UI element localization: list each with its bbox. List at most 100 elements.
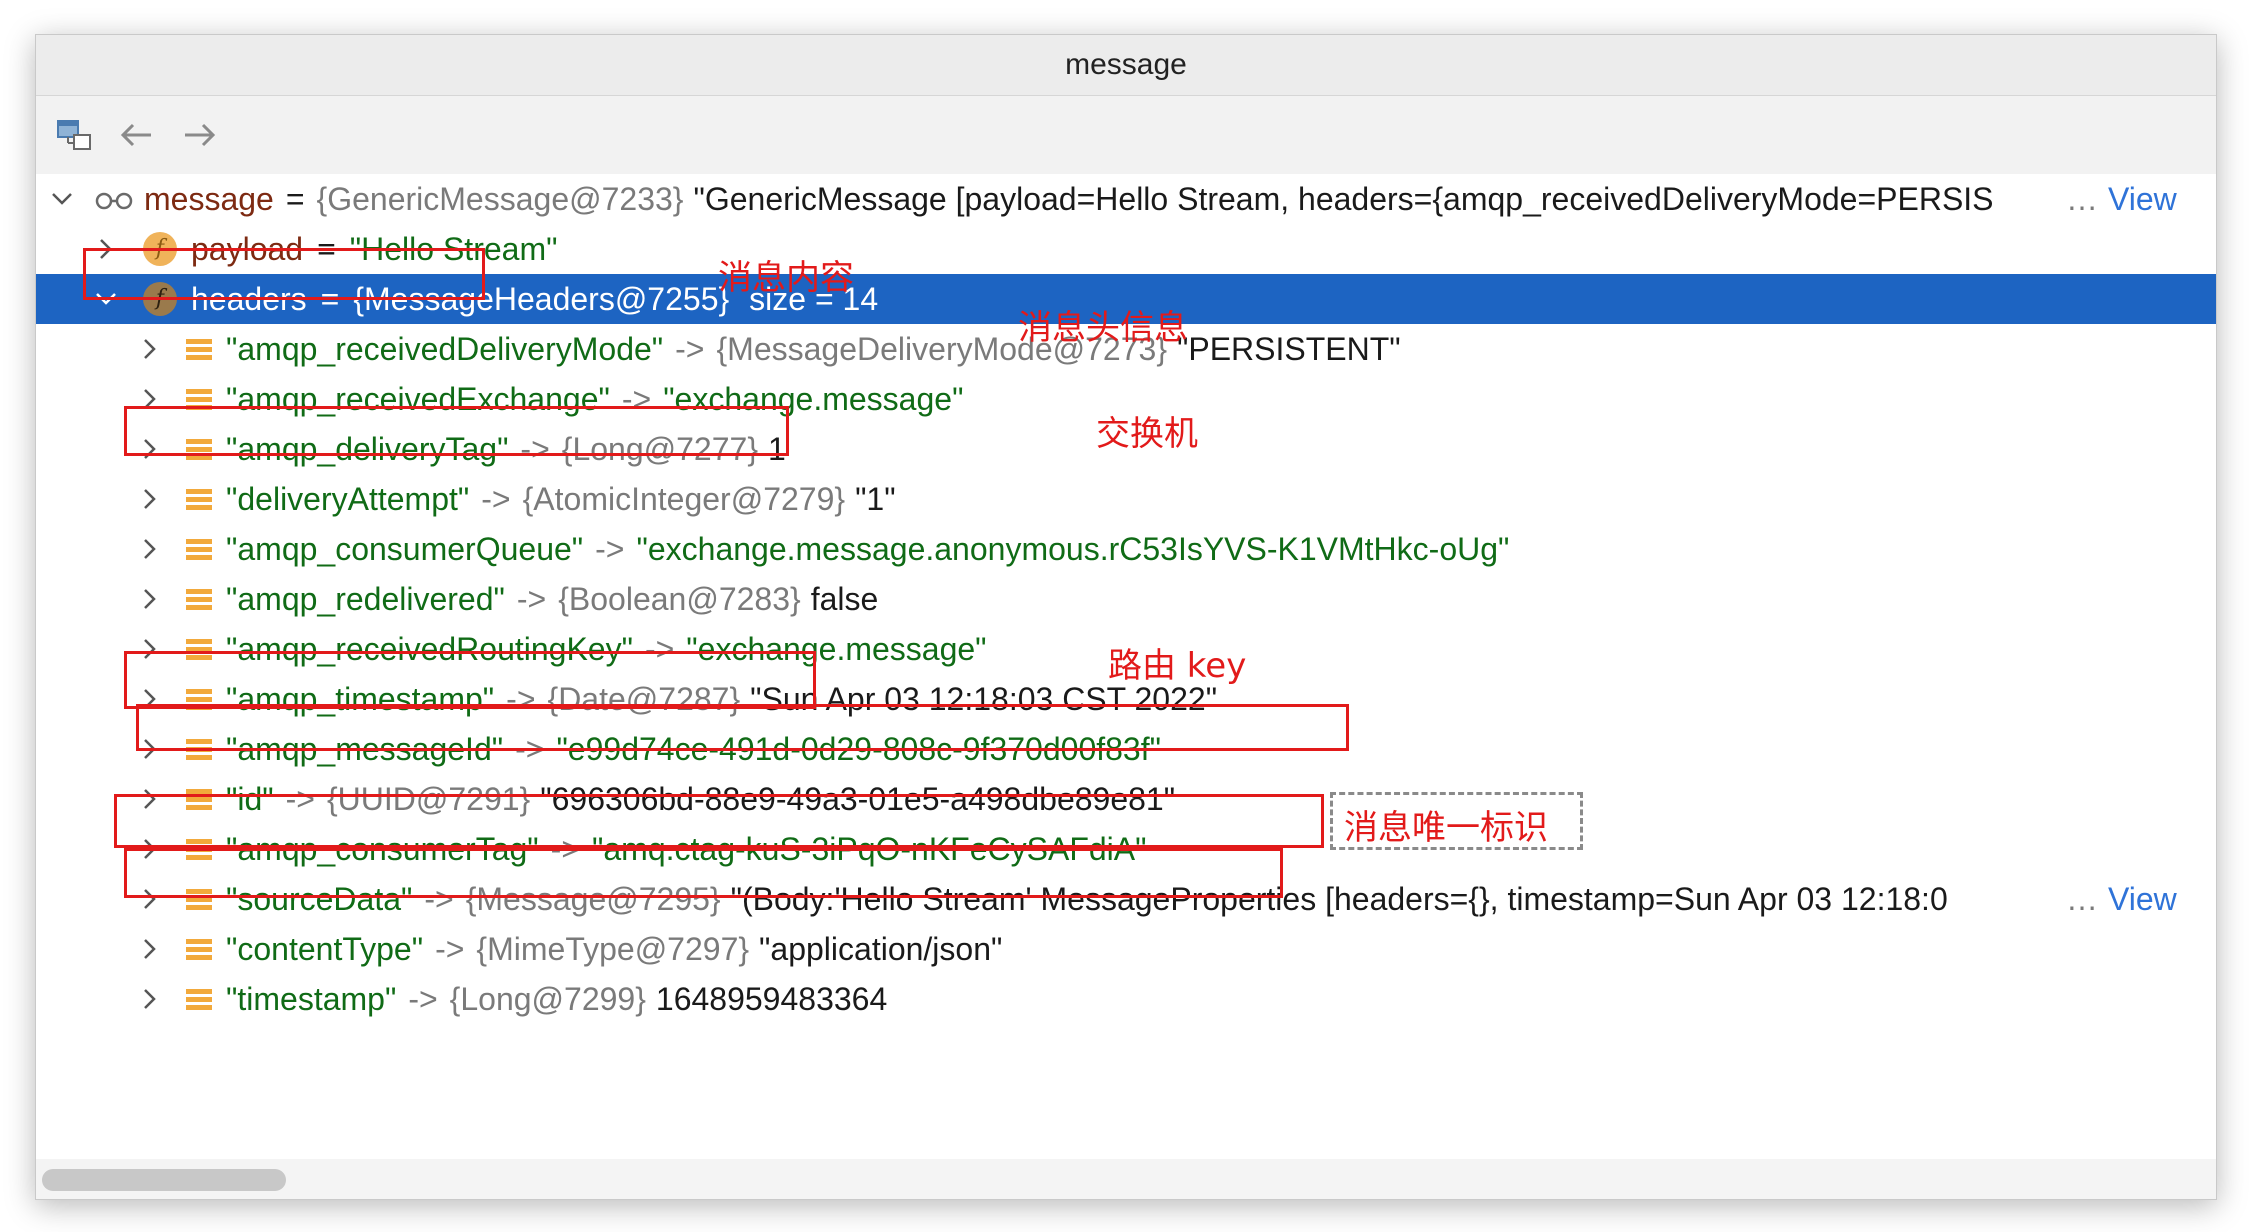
header-entry-row[interactable]: "deliveryAttempt" -> {AtomicInteger@7279} "…	[36, 474, 2216, 524]
entry-arrow: ->	[481, 480, 511, 517]
chevron-right-icon[interactable]	[138, 537, 162, 561]
header-key: "sourceData"	[226, 880, 413, 917]
header-type: {UUID@7291}	[326, 780, 531, 817]
window-titlebar: message	[36, 35, 2216, 96]
chevron-right-icon[interactable]	[138, 687, 162, 711]
header-entry-row[interactable]: "contentType" -> {MimeType@7297} "applicati…	[36, 924, 2216, 974]
header-entry-content: "amqp_consumerTag" -> "amq.ctag-kuS-3iPqO-…	[186, 824, 1146, 874]
payload-name: payload	[191, 230, 304, 267]
toolbar	[36, 96, 2216, 174]
header-value: "amq.ctag-kuS-3iPqO-nKFeCySAFdiA"	[592, 830, 1147, 867]
back-button[interactable]	[114, 112, 160, 158]
equals-sign: =	[317, 230, 336, 267]
chevron-right-icon[interactable]	[138, 887, 162, 911]
entry-arrow: ->	[424, 880, 454, 917]
header-type: {Boolean@7283}	[558, 580, 801, 617]
header-entry-row[interactable]: "amqp_redelivered" -> {Boolean@7283} false	[36, 574, 2216, 624]
header-entry-row[interactable]: "id" -> {UUID@7291} "696306bd-88e9-49a3-01e…	[36, 774, 2216, 824]
header-key: "amqp_receivedDeliveryMode"	[226, 330, 664, 367]
chevron-down-icon[interactable]	[94, 287, 118, 311]
chevron-right-icon[interactable]	[138, 637, 162, 661]
header-key: "amqp_consumerQueue"	[226, 530, 584, 567]
header-entry-row[interactable]: "amqp_consumerQueue" -> "exchange.message.…	[36, 524, 2216, 574]
header-entry-row[interactable]: "amqp_consumerTag" -> "amq.ctag-kuS-3iPqO-…	[36, 824, 2216, 874]
message-value: "GenericMessage [payload=Hello Stream, h…	[693, 180, 1994, 217]
header-entry-row[interactable]: "timestamp" -> {Long@7299} 1648959483364	[36, 974, 2216, 1024]
map-entry-icon	[186, 586, 212, 612]
field-icon: f	[143, 232, 177, 266]
message-view-link[interactable]: … View	[2066, 174, 2177, 224]
hierarchy-icon	[57, 120, 91, 150]
map-entry-icon	[186, 636, 212, 662]
header-entry-content: "amqp_receivedDeliveryMode" -> {MessageDel…	[186, 324, 1401, 374]
entry-arrow: ->	[550, 830, 580, 867]
header-value: "exchange.message"	[663, 380, 964, 417]
message-content: message = {GenericMessage@7233} "Generic…	[94, 174, 1994, 224]
chevron-right-icon[interactable]	[138, 587, 162, 611]
entry-arrow: ->	[675, 330, 705, 367]
header-key: "amqp_consumerTag"	[226, 830, 539, 867]
equals-sign: =	[285, 180, 305, 217]
header-value: 1648959483364	[655, 980, 888, 1017]
payload-note: 消息内容	[718, 258, 854, 298]
chevron-right-icon[interactable]	[94, 237, 118, 261]
chevron-right-icon[interactable]	[138, 337, 162, 361]
horizontal-scrollbar[interactable]	[36, 1159, 2216, 1199]
chevron-right-icon[interactable]	[138, 987, 162, 1011]
chevron-right-icon[interactable]	[138, 437, 162, 461]
map-entry-icon	[186, 386, 212, 412]
header-type: {Long@7299}	[449, 980, 646, 1017]
chevron-right-icon[interactable]	[138, 837, 162, 861]
header-value: "1"	[855, 480, 896, 517]
entry-arrow: ->	[516, 580, 547, 617]
payload-content: f payload = "Hello Stream"	[143, 224, 557, 274]
headers-type: {MessageHeaders@7255}	[353, 280, 730, 317]
header-key: "id"	[226, 780, 274, 817]
watch-glasses-icon	[95, 192, 133, 210]
forward-button[interactable]	[176, 112, 222, 158]
chevron-down-icon[interactable]	[50, 187, 74, 211]
chevron-right-icon[interactable]	[138, 737, 162, 761]
header-type: {Date@7287}	[547, 680, 741, 717]
header-entry-content: "timestamp" -> {Long@7299} 1648959483364	[186, 974, 887, 1024]
chevron-right-icon[interactable]	[138, 787, 162, 811]
header-value: "PERSISTENT"	[1177, 330, 1401, 367]
header-entry-content: "amqp_consumerQueue" -> "exchange.message.…	[186, 524, 1509, 574]
header-entry-content: "sourceData" -> {Message@7295} "(Body:'Hell…	[186, 874, 1948, 924]
header-entry-row[interactable]: "amqp_messageId" -> "e99d74ce-491d-0d29-80…	[36, 724, 2216, 774]
header-value: "application/json"	[759, 930, 1003, 967]
header-value: "e99d74ce-491d-0d29-808c-9f370d00f83f"	[556, 730, 1161, 767]
header-entry-content: "amqp_timestamp" -> {Date@7287} "Sun Apr 03…	[186, 674, 1217, 724]
entry-arrow: ->	[644, 630, 675, 667]
entry-arrow: ->	[506, 680, 536, 717]
chevron-right-icon[interactable]	[138, 387, 162, 411]
equals-sign: =	[320, 280, 340, 317]
message-type: {GenericMessage@7233}	[316, 180, 684, 217]
tree-row-payload[interactable]: f payload = "Hello Stream"	[36, 224, 2216, 274]
header-entry-content: "amqp_receivedExchange" -> "exchange.messa…	[186, 374, 963, 424]
exchange-note: 交换机	[1096, 414, 1198, 454]
tree-row-message[interactable]: message = {GenericMessage@7233} "Generic…	[36, 174, 2216, 224]
hierarchy-button[interactable]	[52, 112, 98, 158]
chevron-right-icon[interactable]	[138, 487, 162, 511]
header-key: "amqp_timestamp"	[226, 680, 495, 717]
header-entry-row[interactable]: "sourceData" -> {Message@7295} "(Body:'Hell…	[36, 874, 2216, 924]
chevron-right-icon[interactable]	[138, 937, 162, 961]
header-key: "amqp_redelivered"	[226, 580, 505, 617]
entry-arrow: ->	[621, 380, 652, 417]
scrollbar-thumb[interactable]	[42, 1169, 286, 1191]
variables-tree: message = {GenericMessage@7233} "Generic…	[36, 174, 2216, 1174]
header-value: false	[810, 580, 879, 617]
map-entry-icon	[186, 886, 212, 912]
map-entry-icon	[186, 486, 212, 512]
message-name: message	[144, 180, 274, 217]
field-icon: f	[143, 282, 177, 316]
ellipsis: …	[2066, 880, 2098, 917]
header-entry-content: "amqp_redelivered" -> {Boolean@7283} false	[186, 574, 878, 624]
map-entry-icon	[186, 436, 212, 462]
entry-arrow: ->	[515, 730, 545, 767]
headers-name: headers	[191, 280, 307, 317]
id-note: 消息唯一标识	[1344, 808, 1548, 848]
view-link[interactable]: … View	[2066, 874, 2177, 924]
header-type: {Message@7295}	[465, 880, 721, 917]
